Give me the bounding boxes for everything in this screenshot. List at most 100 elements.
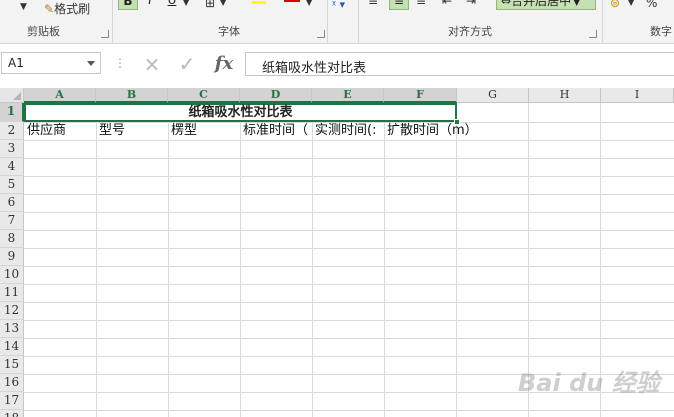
gridline — [24, 410, 674, 411]
ribbon: ▼ ✎格式刷 剪贴板 B I U ▼ ⊞ ▼ A ▼ 字体 ᵡ ▾ ≡ ≡ ≡ … — [0, 0, 674, 44]
underline-dropdown-icon[interactable]: ▼ — [183, 0, 189, 7]
row-header-18[interactable]: 18 — [0, 410, 24, 417]
row-header-11[interactable]: 11 — [0, 284, 24, 302]
row-header-10[interactable]: 10 — [0, 266, 24, 284]
brush-icon: ✎ — [44, 2, 55, 16]
cell-a2[interactable]: 供应商 — [27, 122, 96, 140]
clipboard-launcher-icon[interactable] — [101, 30, 109, 38]
number-group-label: 数字 — [650, 25, 672, 38]
ribbon-separator — [602, 0, 603, 43]
row-header-12[interactable]: 12 — [0, 302, 24, 320]
percent-button[interactable]: % — [646, 0, 657, 10]
column-header-g[interactable]: G — [457, 88, 529, 103]
merged-title-cell[interactable]: 纸箱吸水性对比表 — [24, 103, 457, 122]
row-header-14[interactable]: 14 — [0, 338, 24, 356]
gridline — [24, 302, 674, 303]
decrease-indent-icon[interactable]: ⇤ — [442, 0, 452, 8]
gridline — [240, 103, 241, 417]
cell-c2[interactable]: 楞型 — [171, 122, 240, 140]
gridline — [24, 284, 674, 285]
borders-dropdown-icon[interactable]: ▼ — [220, 0, 226, 7]
font-color-dropdown-icon[interactable]: ▼ — [306, 0, 312, 7]
column-header-d[interactable]: D — [240, 88, 312, 103]
italic-button[interactable]: I — [141, 0, 159, 10]
row-header-9[interactable]: 9 — [0, 248, 24, 266]
column-header-e[interactable]: E — [312, 88, 384, 103]
fill-color-icon[interactable] — [252, 0, 266, 4]
cell-e2[interactable]: 实测时间(: — [315, 122, 384, 140]
column-header-h[interactable]: H — [529, 88, 601, 103]
gridline — [24, 230, 674, 231]
ribbon-separator — [327, 0, 328, 43]
row-header-2[interactable]: 2 — [0, 122, 24, 140]
font-launcher-icon[interactable] — [317, 30, 325, 38]
merge-center-icon: ⇔ — [501, 0, 512, 8]
alignment-launcher-icon[interactable] — [589, 30, 597, 38]
cell-b2[interactable]: 型号 — [99, 122, 168, 140]
gridline — [24, 194, 674, 195]
paste-dropdown-icon[interactable]: ▼ — [20, 2, 27, 12]
column-header-c[interactable]: C — [168, 88, 240, 103]
align-right-icon[interactable]: ≡ — [416, 0, 426, 8]
align-center-button[interactable]: ≡ — [389, 0, 409, 10]
column-header-f[interactable]: F — [384, 88, 457, 103]
cancel-icon[interactable]: × — [139, 52, 165, 76]
ribbon-separator — [358, 0, 359, 43]
phonetic-icon[interactable]: ᵡ ▾ — [332, 0, 345, 11]
formula-value: 纸箱吸水性对比表 — [262, 61, 367, 76]
row-header-3[interactable]: 3 — [0, 140, 24, 158]
row-header-7[interactable]: 7 — [0, 212, 24, 230]
insert-function-icon[interactable]: fx — [211, 52, 237, 76]
gridline — [24, 140, 674, 141]
format-painter-button[interactable]: ✎格式刷 — [44, 0, 90, 17]
select-all-button[interactable] — [0, 88, 24, 103]
gridline — [456, 103, 457, 417]
alignment-group-label: 对齐方式 — [448, 25, 492, 38]
chevron-down-icon[interactable] — [87, 61, 95, 66]
borders-icon[interactable]: ⊞ — [205, 0, 215, 10]
more-options-icon[interactable]: ⋮ — [114, 56, 126, 70]
cell-f2[interactable]: 扩散时间（m） — [387, 122, 497, 140]
row-header-17[interactable]: 17 — [0, 392, 24, 410]
row-header-1[interactable]: 1 — [0, 103, 24, 122]
ribbon-separator — [112, 0, 113, 43]
merge-dropdown-icon: ▼ — [571, 0, 580, 7]
merge-center-button[interactable]: ⇔合并后居中 ▼ — [496, 0, 596, 10]
column-header-i[interactable]: I — [601, 88, 674, 103]
fill-handle[interactable] — [454, 119, 460, 125]
watermark-text: Bai du 经验 — [518, 369, 660, 397]
enter-icon[interactable]: ✓ — [174, 52, 200, 76]
row-header-6[interactable]: 6 — [0, 194, 24, 212]
cell-d2[interactable]: 标准时间（ — [243, 122, 312, 140]
align-center-icon: ≡ — [393, 0, 405, 8]
name-box[interactable]: A1 — [1, 52, 101, 74]
currency-icon[interactable]: ⊜ — [610, 0, 620, 10]
increase-indent-icon[interactable]: ⇥ — [466, 0, 476, 8]
gridline — [96, 103, 97, 417]
align-left-icon[interactable]: ≡ — [368, 0, 378, 8]
column-header-a[interactable]: A — [24, 88, 96, 103]
gridline — [24, 320, 674, 321]
watermark: Bai du 经验 — [518, 355, 668, 405]
gridline — [168, 103, 169, 417]
row-header-4[interactable]: 4 — [0, 158, 24, 176]
row-header-8[interactable]: 8 — [0, 230, 24, 248]
gridline — [24, 158, 674, 159]
font-color-button[interactable]: A — [284, 0, 300, 2]
row-header-5[interactable]: 5 — [0, 176, 24, 194]
gridline — [24, 338, 674, 339]
row-header-15[interactable]: 15 — [0, 356, 24, 374]
formula-input[interactable]: 纸箱吸水性对比表 — [245, 52, 674, 76]
name-box-value: A1 — [8, 56, 24, 70]
column-header-b[interactable]: B — [96, 88, 168, 103]
gridline — [24, 248, 674, 249]
font-group-label: 字体 — [218, 25, 240, 38]
gridline — [24, 212, 674, 213]
gridline — [24, 266, 674, 267]
bold-button[interactable]: B — [118, 0, 138, 10]
row-header-16[interactable]: 16 — [0, 374, 24, 392]
formula-bar: A1 ⋮ × ✓ fx 纸箱吸水性对比表 — [0, 44, 674, 88]
underline-button[interactable]: U — [163, 0, 181, 10]
row-header-13[interactable]: 13 — [0, 320, 24, 338]
currency-dropdown-icon[interactable]: ▼ — [628, 0, 634, 7]
